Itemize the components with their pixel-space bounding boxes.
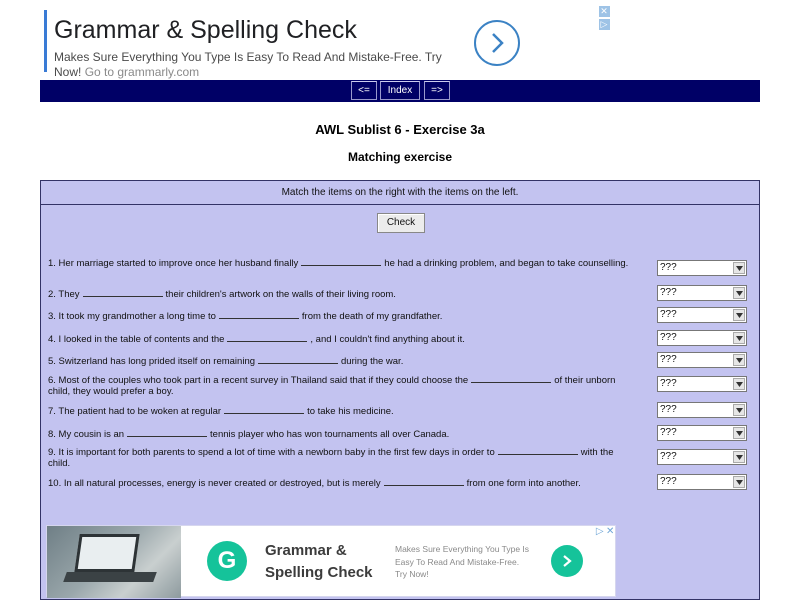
top-ad-banner[interactable]: Grammar & Spelling Check Makes Sure Ever… <box>44 6 614 80</box>
instructions: Match the items on the right with the it… <box>41 181 759 205</box>
question-4: 4. I looked in the table of contents and… <box>48 333 638 345</box>
answer-select-9[interactable]: ??? <box>657 449 747 465</box>
question-2: 2. They their children's artwork on the w… <box>48 288 638 300</box>
answer-select-7[interactable]: ??? <box>657 402 747 418</box>
dropdown-arrow-icon <box>733 332 745 344</box>
select-value: ??? <box>660 354 677 365</box>
select-value: ??? <box>660 451 677 462</box>
laptop-keyboard <box>63 572 157 582</box>
ad-link[interactable]: Go to grammarly.com <box>85 65 199 79</box>
question-text: 8. My cousin is an <box>48 429 125 440</box>
question-9: 9. It is important for both parents to s… <box>48 446 638 469</box>
question-text: from one form into another. <box>466 478 581 489</box>
ad-description: Makes Sure Everything You Type Is Easy T… <box>54 50 464 80</box>
answer-blank <box>497 446 578 455</box>
select-value: ??? <box>660 309 677 320</box>
dropdown-arrow-icon <box>733 262 745 274</box>
ad-info-icon[interactable]: ▷ <box>598 19 610 30</box>
question-text: 5. Switzerland has long prided itself on… <box>48 356 256 367</box>
select-value: ??? <box>660 287 677 298</box>
answer-blank <box>471 374 552 383</box>
select-value: ??? <box>660 476 677 487</box>
answer-select-3[interactable]: ??? <box>657 307 747 323</box>
question-text: 6. Most of the couples who took part in … <box>48 375 469 386</box>
question-text: he had a drinking problem, and began to … <box>384 258 629 269</box>
select-value: ??? <box>660 332 677 343</box>
dropdown-arrow-icon <box>733 309 745 321</box>
question-text: during the war. <box>341 356 404 367</box>
ad-laptop-image <box>47 526 181 598</box>
answer-blank <box>82 288 163 297</box>
question-text: 4. I looked in the table of contents and… <box>48 334 225 345</box>
bottom-ad-description: Makes Sure Everything You Type Is Easy T… <box>395 544 530 579</box>
ad-info-icon[interactable]: ▷ <box>595 527 605 537</box>
prev-button[interactable]: <= <box>351 81 377 100</box>
question-text: to take his medicine. <box>307 406 394 417</box>
laptop-screen <box>74 534 140 572</box>
question-10: 10. In all natural processes, energy is … <box>48 477 638 489</box>
dropdown-arrow-icon <box>733 451 745 463</box>
index-button[interactable]: Index <box>380 81 420 100</box>
question-8: 8. My cousin is an tennis player who has … <box>48 428 638 440</box>
answer-blank <box>224 405 305 414</box>
answer-select-5[interactable]: ??? <box>657 352 747 368</box>
question-5: 5. Switzerland has long prided itself on… <box>48 355 638 367</box>
answer-select-4[interactable]: ??? <box>657 330 747 346</box>
question-text: 3. It took my grandmother a long time to <box>48 311 216 322</box>
bottom-ad-controls: ▷ ✕ <box>595 527 615 539</box>
answer-select-10[interactable]: ??? <box>657 474 747 490</box>
answer-blank <box>301 257 382 266</box>
page-title: AWL Sublist 6 - Exercise 3a <box>315 122 485 137</box>
ad-controls: ✕ ▷ <box>597 6 611 34</box>
question-text: 1. Her marriage started to improve once … <box>48 258 299 269</box>
next-button[interactable]: => <box>424 81 450 100</box>
select-value: ??? <box>660 262 677 273</box>
answer-select-8[interactable]: ??? <box>657 425 747 441</box>
check-button[interactable]: Check <box>377 213 425 233</box>
question-text: 9. It is important for both parents to s… <box>48 447 495 458</box>
answer-select-1[interactable]: ??? <box>657 260 747 276</box>
ad-close-icon[interactable]: ✕ <box>598 6 610 17</box>
answer-blank <box>218 310 299 319</box>
answer-blank <box>227 333 308 342</box>
dropdown-arrow-icon <box>733 404 745 416</box>
answer-blank <box>127 428 208 437</box>
dropdown-arrow-icon <box>733 427 745 439</box>
bottom-ad-go-button[interactable] <box>551 545 583 577</box>
question-6: 6. Most of the couples who took part in … <box>48 374 638 397</box>
select-value: ??? <box>660 404 677 415</box>
grammarly-logo-icon: G <box>207 541 247 581</box>
answer-blank <box>383 477 464 486</box>
dropdown-arrow-icon <box>733 378 745 390</box>
question-text: , and I couldn't find anything about it. <box>310 334 465 345</box>
answer-blank <box>258 355 339 364</box>
nav-bar: <= Index => <box>40 80 760 102</box>
select-value: ??? <box>660 427 677 438</box>
ad-go-button[interactable] <box>474 20 520 66</box>
dropdown-arrow-icon <box>733 354 745 366</box>
select-value: ??? <box>660 378 677 389</box>
question-1: 1. Her marriage started to improve once … <box>48 257 638 269</box>
chevron-right-icon <box>563 555 572 567</box>
question-text: tennis player who has won tournaments al… <box>210 429 450 440</box>
bottom-ad-banner[interactable]: G Grammar & Spelling Check Makes Sure Ev… <box>46 525 616 598</box>
question-text: their children's artwork on the walls of… <box>165 289 396 300</box>
ad-accent-bar <box>44 10 47 72</box>
dropdown-arrow-icon <box>733 287 745 299</box>
bottom-ad-title[interactable]: Grammar & Spelling Check <box>265 540 395 584</box>
chevron-right-icon <box>492 33 504 53</box>
dropdown-arrow-icon <box>733 476 745 488</box>
answer-select-2[interactable]: ??? <box>657 285 747 301</box>
ad-title[interactable]: Grammar & Spelling Check <box>54 16 357 45</box>
question-text: 2. They <box>48 289 80 300</box>
question-text: from the death of my grandfather. <box>301 311 443 322</box>
page-subtitle: Matching exercise <box>347 150 453 164</box>
question-3: 3. It took my grandmother a long time to… <box>48 310 638 322</box>
answer-select-6[interactable]: ??? <box>657 376 747 392</box>
ad-close-icon[interactable]: ✕ <box>606 527 616 537</box>
question-text: 7. The patient had to be woken at regula… <box>48 406 222 417</box>
question-text: 10. In all natural processes, energy is … <box>48 478 381 489</box>
question-7: 7. The patient had to be woken at regula… <box>48 405 638 417</box>
